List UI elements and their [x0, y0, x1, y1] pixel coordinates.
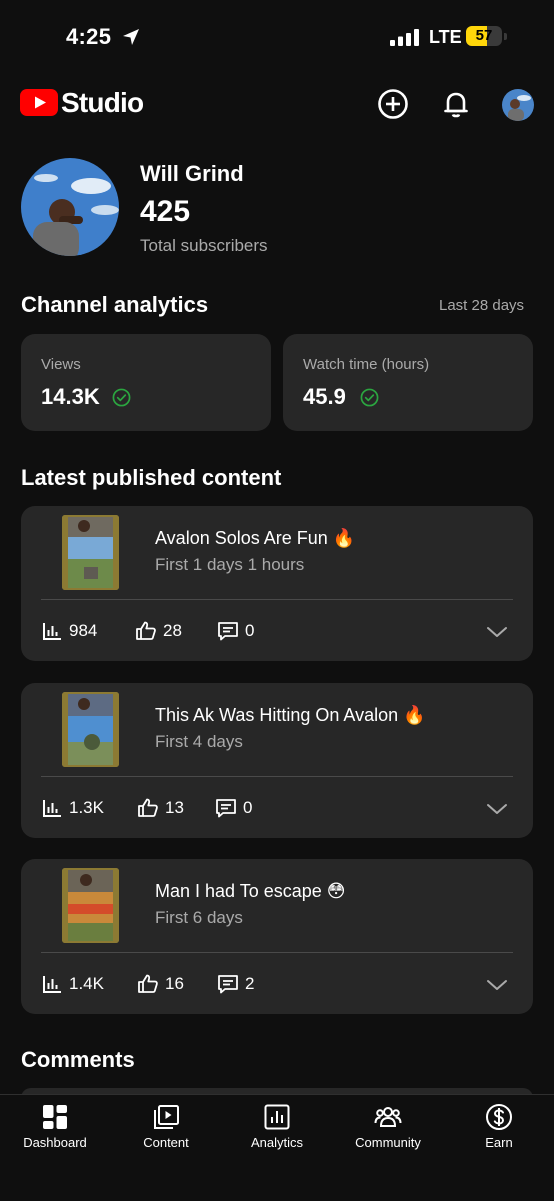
- video-title[interactable]: This Ak Was Hitting On Avalon 🔥: [155, 705, 426, 726]
- nav-dashboard[interactable]: Dashboard: [0, 1095, 110, 1165]
- metric-value: 45.9: [303, 384, 346, 409]
- account-avatar[interactable]: [502, 89, 534, 121]
- comment-icon: [218, 622, 238, 641]
- video-card[interactable]: Man I had To escape 😳 First 6 days 1.4K …: [21, 859, 533, 1014]
- comments-count: 0: [243, 798, 253, 817]
- likes-stat: 28: [135, 618, 182, 644]
- comment-icon: [218, 975, 238, 994]
- likes-count: 13: [165, 798, 184, 817]
- video-period: First 6 days: [155, 908, 243, 927]
- comments-stat: 0: [215, 795, 252, 821]
- views-count: 1.3K: [69, 798, 104, 817]
- nav-content[interactable]: Content: [111, 1095, 221, 1165]
- views-stat: 984: [41, 618, 97, 644]
- watch-time-card[interactable]: Watch time (hours) 45.9: [283, 334, 533, 431]
- comments-stat: 0: [217, 618, 254, 644]
- bar-chart-icon: [43, 800, 61, 817]
- video-period: First 1 days 1 hours: [155, 555, 305, 574]
- divider: [41, 599, 513, 600]
- community-icon: [374, 1107, 402, 1127]
- chevron-down-icon[interactable]: [485, 973, 509, 997]
- analytics-icon: [264, 1104, 290, 1130]
- metric-label: Views: [41, 356, 81, 373]
- divider: [41, 952, 513, 953]
- subscriber-count: 425: [140, 195, 191, 228]
- youtube-logo-icon: [20, 89, 58, 116]
- comments-title: Comments: [21, 1047, 135, 1072]
- comments-count: 2: [245, 974, 255, 993]
- likes-count: 16: [165, 974, 184, 993]
- cellular-signal-icon: [390, 29, 419, 46]
- create-button[interactable]: [377, 88, 409, 120]
- nav-label: Dashboard: [23, 1135, 87, 1150]
- video-thumbnail[interactable]: [62, 515, 119, 590]
- divider: [41, 776, 513, 777]
- battery-level: 57: [475, 27, 493, 44]
- nav-community[interactable]: Community: [333, 1095, 443, 1165]
- comments-stat: 2: [217, 971, 254, 997]
- metric-label: Watch time (hours): [303, 356, 430, 373]
- channel-analytics-title: Channel analytics: [21, 292, 209, 317]
- views-count: 1.4K: [69, 974, 104, 993]
- video-thumbnail[interactable]: [62, 692, 119, 767]
- app-name: Studio: [61, 87, 144, 118]
- chevron-down-icon[interactable]: [485, 620, 509, 644]
- video-thumbnail[interactable]: [62, 868, 119, 943]
- likes-stat: 13: [137, 795, 184, 821]
- notifications-bell-icon[interactable]: [440, 88, 472, 120]
- views-count: 984: [69, 621, 98, 640]
- analytics-period: Last 28 days: [439, 297, 525, 314]
- nav-label: Content: [143, 1135, 189, 1150]
- nav-analytics[interactable]: Analytics: [222, 1095, 332, 1165]
- battery-icon: 57: [466, 26, 508, 48]
- bar-chart-icon: [43, 623, 61, 640]
- earn-icon: [486, 1104, 512, 1130]
- thumbs-up-icon: [138, 798, 158, 817]
- comments-count: 0: [245, 621, 255, 640]
- likes-stat: 16: [137, 971, 184, 997]
- nav-label: Analytics: [250, 1135, 304, 1150]
- check-circle-icon: [360, 388, 379, 407]
- video-period: First 4 days: [155, 732, 243, 751]
- nav-label: Community: [355, 1135, 421, 1150]
- likes-count: 28: [163, 621, 182, 640]
- content-icon: [154, 1105, 179, 1129]
- bottom-navigation: Dashboard Content Analytics Community Ea…: [0, 1094, 554, 1201]
- thumbs-up-icon: [138, 974, 158, 993]
- video-title[interactable]: Avalon Solos Are Fun 🔥: [155, 528, 355, 549]
- dashboard-icon: [43, 1105, 67, 1129]
- nav-label: Earn: [485, 1135, 513, 1150]
- nav-earn[interactable]: Earn: [444, 1095, 554, 1165]
- comment-icon: [216, 799, 236, 818]
- chevron-down-icon[interactable]: [485, 797, 509, 821]
- metric-value: 14.3K: [41, 384, 100, 409]
- video-card[interactable]: Avalon Solos Are Fun 🔥 First 1 days 1 ho…: [21, 506, 533, 661]
- check-circle-icon: [112, 388, 131, 407]
- location-arrow-icon: [123, 29, 139, 45]
- thumbs-up-icon: [136, 621, 156, 640]
- views-card[interactable]: Views 14.3K: [21, 334, 271, 431]
- bar-chart-icon: [43, 976, 61, 993]
- video-title[interactable]: Man I had To escape 😳: [155, 881, 346, 902]
- channel-name: Will Grind: [140, 161, 244, 186]
- status-time: 4:25: [66, 24, 112, 49]
- subscriber-label: Total subscribers: [140, 236, 268, 255]
- channel-avatar[interactable]: [21, 158, 119, 256]
- views-stat: 1.3K: [41, 795, 104, 821]
- views-stat: 1.4K: [41, 971, 104, 997]
- latest-content-title: Latest published content: [21, 465, 282, 490]
- network-type: LTE: [429, 27, 462, 47]
- video-card[interactable]: This Ak Was Hitting On Avalon 🔥 First 4 …: [21, 683, 533, 838]
